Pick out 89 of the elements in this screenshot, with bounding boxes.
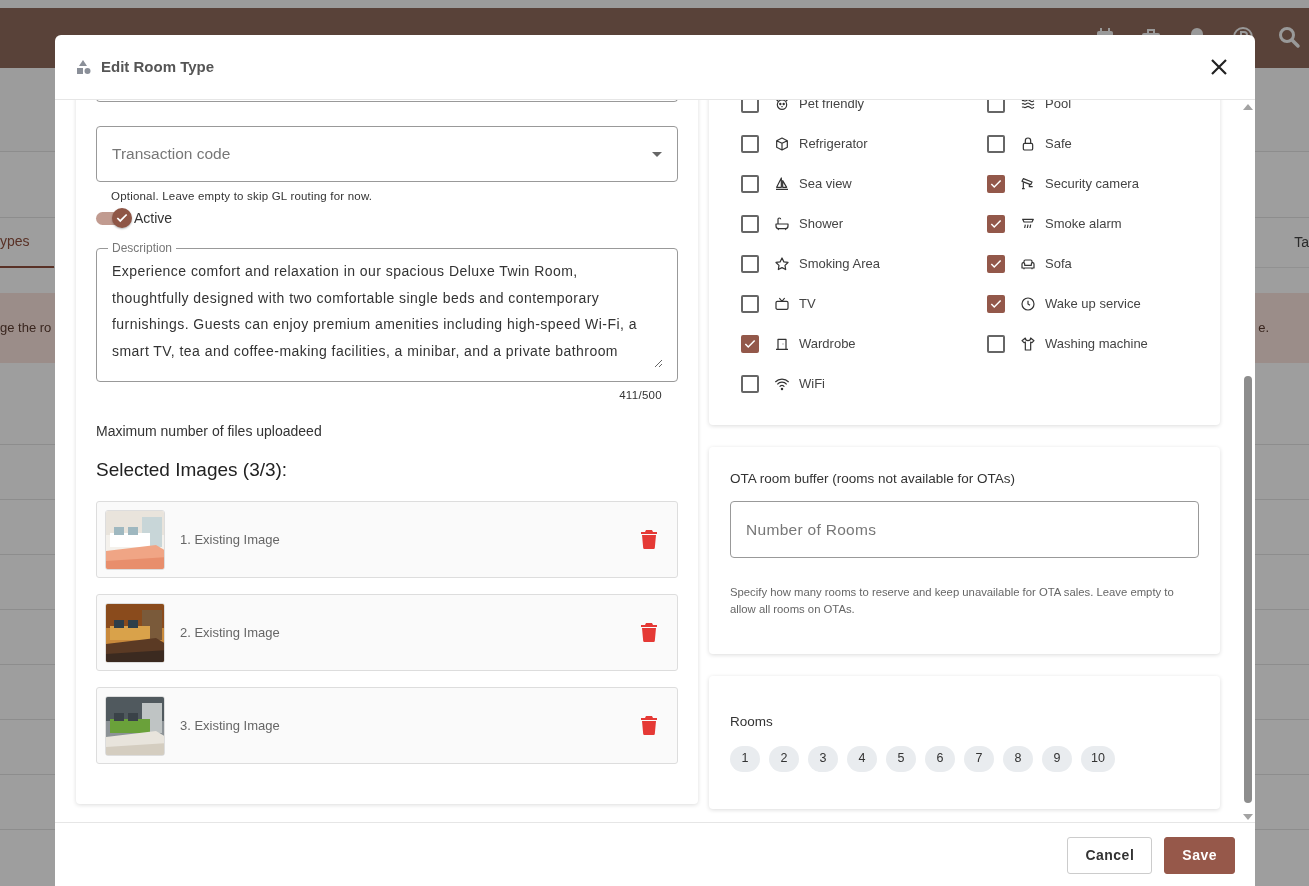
search-icon[interactable] [1277,25,1301,49]
amenity-label: Smoking Area [799,255,880,274]
room-chip[interactable]: 1 [730,745,760,772]
switch-label: Active [134,208,173,228]
helper-text: Optional. Leave empty to skip GL routing for now. [111,189,374,204]
clock-icon [1020,296,1036,312]
description-field[interactable]: Description Experience comfort and relaxation in our spacious Deluxe Twin Room, thoughtfully designed with two comfortable single beds and contemporary furnishings. Guests can enjoy premium amenities including high-speed Wi-Fi, a smart TV, tea and coffee-making facilities, a minibar, and a private bathroom [96,242,678,383]
check-icon [989,217,1003,231]
check-icon [989,177,1003,191]
checkbox[interactable] [987,100,1005,113]
tab[interactable]: Ta [1294,218,1309,267]
tv-icon [774,296,790,312]
room-chip[interactable]: 7 [964,745,994,772]
room-chip[interactable]: 3 [808,745,838,772]
banner-text: ge the ro [0,319,52,338]
trash-icon [641,530,657,549]
shirt-icon [1020,336,1036,352]
caret-icon [652,151,662,157]
delete-button[interactable] [641,716,657,735]
tab[interactable]: ypes [0,217,54,268]
checkbox[interactable] [741,135,759,153]
wifi-icon [774,376,790,392]
bathtub-icon [774,216,790,232]
helper-text: Specify how many rooms to reserve and keep unavailable for OTA sales. Leave empty to allow all rooms on OTAs. [730,585,1175,618]
room-chip[interactable]: 10 [1081,745,1115,772]
checkbox[interactable] [987,335,1005,353]
trash-icon [641,716,657,735]
amenity-label: Safe [1045,135,1072,154]
cancel-button[interactable]: Cancel [1067,837,1153,874]
checkbox[interactable] [987,215,1005,233]
checkbox[interactable] [741,335,759,353]
room-chip[interactable]: 9 [1042,745,1072,772]
lock-icon [1020,136,1036,152]
amenity-label: Security camera [1045,175,1139,194]
checkbox[interactable] [741,255,759,273]
note-text: Maximum number of files uploadeed [96,421,323,441]
field-label: OTA room buffer (rooms not available for OTAs) [730,470,1017,488]
toggle-switch[interactable] [96,208,132,229]
room-chip[interactable]: 5 [886,745,916,772]
dialog-title: Edit Room Type [101,56,215,77]
room-chip[interactable]: 8 [1003,745,1033,772]
delete-button[interactable] [641,530,657,549]
star-icon [774,256,790,272]
delete-button[interactable] [641,623,657,642]
banner-text: e. [1258,319,1269,338]
check-icon [989,297,1003,311]
image-label: 1. Existing Image [180,530,280,549]
room-chip[interactable]: 2 [769,745,799,772]
amenity-label: Smoke alarm [1045,215,1122,234]
amenity-label: Washing machine [1045,335,1148,354]
security-camera-icon [1020,176,1036,192]
sailboat-icon [774,176,790,192]
dog-face-icon [774,100,790,112]
image-label: 3. Existing Image [180,716,280,735]
amenity-label: WiFi [799,375,825,394]
room-chip[interactable]: 4 [847,745,877,772]
image-label: 2. Existing Image [180,623,280,642]
shapes-icon [75,59,91,75]
amenity-label: Wake up service [1045,295,1141,314]
field-label: Description [111,242,174,255]
checkbox[interactable] [987,255,1005,273]
amenity-label: Shower [799,215,844,234]
transaction-code-select[interactable]: Transaction code [96,126,678,182]
checkbox[interactable] [987,295,1005,313]
wardrobe-icon [774,336,790,352]
section-heading: Selected Images (3/3): [96,457,289,482]
checkbox[interactable] [987,175,1005,193]
amenity-label: Refrigerator [799,135,868,154]
amenity-label: Sofa [1045,255,1072,274]
amenity-label: Sea view [799,175,852,194]
room-chip[interactable]: 6 [925,745,955,772]
amenity-label: TV [799,295,816,314]
sofa-icon [1020,256,1036,272]
checkbox[interactable] [741,375,759,393]
check-icon [989,257,1003,271]
checkbox[interactable] [741,215,759,233]
character-counter: 411/500 [618,388,662,404]
cube-icon [774,136,790,152]
waves-icon [1020,100,1036,112]
trash-icon [641,623,657,642]
check-icon [743,337,757,351]
amenity-label: Wardrobe [799,335,856,354]
save-button[interactable]: Save [1164,837,1235,874]
checkbox[interactable] [741,100,759,113]
checkbox[interactable] [741,295,759,313]
field-label: Rooms [730,713,774,732]
checkbox[interactable] [987,135,1005,153]
checkbox[interactable] [741,175,759,193]
number-of-rooms-field[interactable]: Number of Rooms [730,501,1199,559]
